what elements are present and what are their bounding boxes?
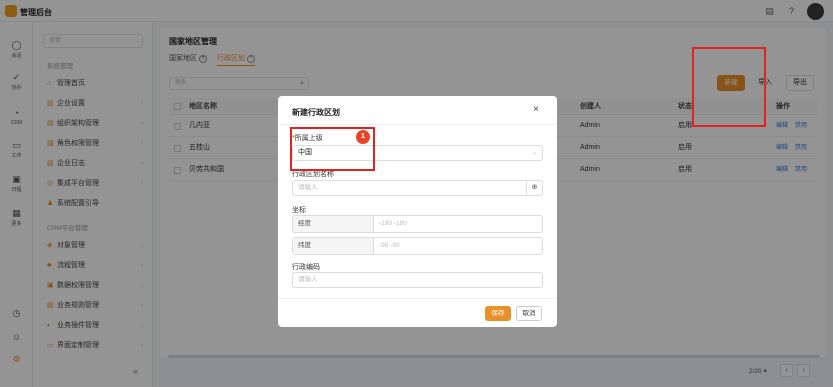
code-label: 行政编码 [292, 264, 320, 271]
latitude-label: 纬度 [293, 238, 374, 254]
latitude-field[interactable]: 纬度 -90 -90 [292, 237, 543, 255]
longitude-label: 经度 [293, 216, 374, 232]
divider [278, 298, 557, 299]
longitude-field[interactable]: 经度 -180 -180 [292, 215, 543, 233]
division-code-input[interactable]: 请输入 [292, 272, 543, 288]
new-button-highlight [692, 47, 766, 127]
save-button[interactable]: 保存 [485, 306, 511, 321]
longitude-input[interactable]: -180 -180 [379, 216, 407, 232]
name-placeholder: 请输入 [298, 184, 318, 191]
code-placeholder: 请输入 [298, 276, 318, 283]
cancel-button[interactable]: 取消 [516, 306, 542, 321]
globe-icon[interactable]: ⊕ [526, 181, 542, 195]
latitude-input[interactable]: -90 -90 [379, 238, 400, 254]
coord-label: 坐标 [292, 207, 306, 214]
division-name-input[interactable]: 请输入 ⊕ [292, 180, 543, 196]
close-icon[interactable]: × [533, 104, 539, 115]
chevron-down-icon: ⌄ [531, 150, 537, 156]
divider [278, 124, 557, 125]
step-badge: 1 [356, 130, 370, 144]
dialog-title: 新建行政区划 [292, 108, 340, 117]
